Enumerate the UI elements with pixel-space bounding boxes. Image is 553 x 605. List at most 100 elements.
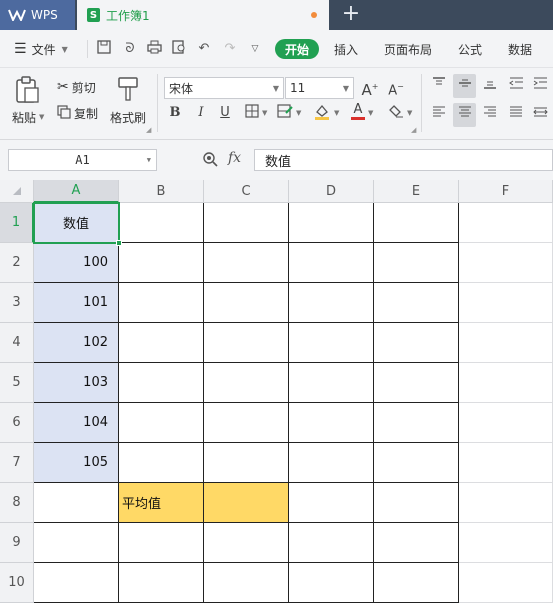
- row-header[interactable]: 4: [0, 323, 34, 363]
- cut-button[interactable]: ✂ 剪切: [57, 78, 96, 96]
- increase-font-size-icon[interactable]: A+: [361, 78, 379, 99]
- font-expand-icon[interactable]: ◢: [411, 126, 416, 134]
- row-header[interactable]: 6: [0, 403, 34, 443]
- cell-c2[interactable]: [204, 243, 289, 283]
- file-menu[interactable]: ☰ 文件 ▼: [14, 30, 68, 68]
- column-header[interactable]: C: [204, 180, 289, 203]
- borders-icon[interactable]: [243, 104, 261, 122]
- cell-d4[interactable]: [289, 323, 374, 363]
- font-size-select[interactable]: 11 ▼: [285, 77, 354, 99]
- cell-b4[interactable]: [119, 323, 204, 363]
- fill-pattern-icon[interactable]: [276, 104, 294, 122]
- cell-a10[interactable]: [34, 563, 119, 603]
- copy-button[interactable]: 复制: [57, 104, 98, 122]
- row-header[interactable]: 1: [0, 203, 34, 243]
- cell-e4[interactable]: [374, 323, 459, 363]
- cell-f5[interactable]: [459, 363, 553, 403]
- font-name-select[interactable]: 宋体 ▼: [164, 77, 284, 99]
- cell-e2[interactable]: [374, 243, 459, 283]
- cell-e8[interactable]: [374, 483, 459, 523]
- select-all-corner[interactable]: [0, 180, 34, 203]
- align-middle-icon[interactable]: [453, 74, 476, 98]
- column-header[interactable]: B: [119, 180, 204, 203]
- chevron-down-icon[interactable]: ▼: [368, 109, 373, 117]
- column-header[interactable]: A: [34, 180, 119, 203]
- chevron-down-icon[interactable]: ▼: [262, 109, 267, 117]
- fill-handle[interactable]: [116, 240, 122, 246]
- cell-d1[interactable]: [289, 203, 374, 243]
- align-right-icon[interactable]: [481, 106, 499, 124]
- row-header[interactable]: 2: [0, 243, 34, 283]
- format-painter-icon[interactable]: [117, 76, 141, 102]
- cell-e5[interactable]: [374, 363, 459, 403]
- row-header[interactable]: 7: [0, 443, 34, 483]
- cell-a7[interactable]: 105: [34, 443, 119, 483]
- tab-formulas[interactable]: 公式: [458, 30, 482, 68]
- align-bottom-icon[interactable]: [481, 77, 499, 95]
- justify-icon[interactable]: [507, 106, 525, 124]
- cell-b5[interactable]: [119, 363, 204, 403]
- formula-input[interactable]: 数值: [254, 149, 553, 171]
- cell-c6[interactable]: [204, 403, 289, 443]
- cell-a2[interactable]: 100: [34, 243, 119, 283]
- tab-insert[interactable]: 插入: [334, 30, 358, 68]
- wps-home-tab[interactable]: WPS: [0, 0, 75, 30]
- cell-e3[interactable]: [374, 283, 459, 323]
- cell-f4[interactable]: [459, 323, 553, 363]
- distributed-align-icon[interactable]: [531, 106, 549, 124]
- new-tab-button[interactable]: +: [340, 3, 362, 27]
- cell-b8[interactable]: 平均值: [119, 483, 204, 523]
- cell-f7[interactable]: [459, 443, 553, 483]
- cell-f9[interactable]: [459, 523, 553, 563]
- align-left-icon[interactable]: [430, 106, 448, 124]
- cell-d3[interactable]: [289, 283, 374, 323]
- font-color-icon[interactable]: A: [349, 103, 367, 121]
- column-header[interactable]: D: [289, 180, 374, 203]
- cell-c3[interactable]: [204, 283, 289, 323]
- chevron-down-icon[interactable]: ▼: [296, 109, 301, 117]
- italic-button[interactable]: I: [192, 104, 210, 122]
- cell-b9[interactable]: [119, 523, 204, 563]
- cell-a9[interactable]: [34, 523, 119, 563]
- cell-d10[interactable]: [289, 563, 374, 603]
- row-header[interactable]: 10: [0, 563, 34, 603]
- cell-f1[interactable]: [459, 203, 553, 243]
- cell-a5[interactable]: 103: [34, 363, 119, 403]
- export-pdf-icon[interactable]: ᘐ: [121, 40, 139, 58]
- quick-access-dropdown-icon[interactable]: ▽: [246, 40, 264, 58]
- undo-icon[interactable]: ↶: [195, 40, 213, 58]
- redo-icon[interactable]: ↷: [221, 40, 239, 58]
- row-header[interactable]: 3: [0, 283, 34, 323]
- decrease-font-size-icon[interactable]: A−: [387, 78, 405, 98]
- increase-indent-icon[interactable]: [531, 77, 549, 95]
- cell-b6[interactable]: [119, 403, 204, 443]
- align-center-icon[interactable]: [453, 103, 476, 127]
- paste-icon[interactable]: [14, 76, 42, 104]
- chevron-down-icon[interactable]: ▼: [407, 109, 412, 117]
- cell-c1[interactable]: [204, 203, 289, 243]
- tab-start[interactable]: 开始: [275, 39, 319, 59]
- format-painter-button[interactable]: 格式刷: [110, 108, 146, 126]
- zoom-search-icon[interactable]: [202, 151, 220, 169]
- cell-a4[interactable]: 102: [34, 323, 119, 363]
- cell-b3[interactable]: [119, 283, 204, 323]
- chevron-down-icon[interactable]: ▼: [334, 109, 339, 117]
- cell-b2[interactable]: [119, 243, 204, 283]
- save-icon[interactable]: [95, 40, 113, 58]
- underline-button[interactable]: U: [216, 104, 234, 122]
- cell-f8[interactable]: [459, 483, 553, 523]
- bold-button[interactable]: B: [166, 104, 184, 122]
- align-top-icon[interactable]: [430, 77, 448, 95]
- cell-d7[interactable]: [289, 443, 374, 483]
- cell-e10[interactable]: [374, 563, 459, 603]
- cell-e6[interactable]: [374, 403, 459, 443]
- cell-c4[interactable]: [204, 323, 289, 363]
- cell-e9[interactable]: [374, 523, 459, 563]
- print-preview-icon[interactable]: [170, 40, 188, 58]
- cell-c5[interactable]: [204, 363, 289, 403]
- fill-color-icon[interactable]: [313, 103, 331, 121]
- cell-f10[interactable]: [459, 563, 553, 603]
- cell-d8[interactable]: [289, 483, 374, 523]
- cell-a3[interactable]: 101: [34, 283, 119, 323]
- name-box[interactable]: A1 ▼: [8, 149, 157, 171]
